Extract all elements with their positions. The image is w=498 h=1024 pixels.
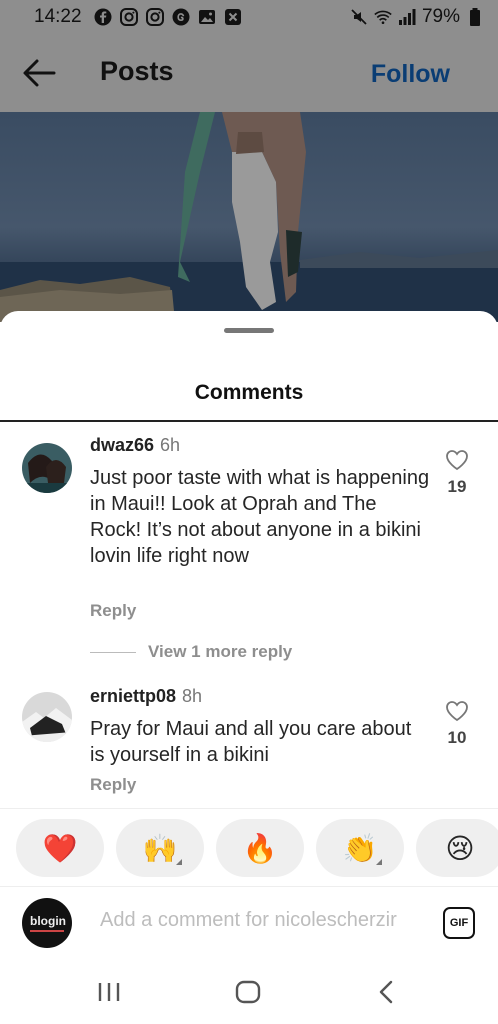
signal-icon	[398, 8, 416, 26]
crying-face-icon: 😢	[445, 832, 475, 864]
back-button[interactable]	[22, 58, 56, 88]
home-button[interactable]	[233, 978, 263, 1006]
instagram-icon	[119, 8, 138, 26]
comment-composer: blogin GIF	[0, 886, 498, 960]
chevron-left-icon	[379, 980, 393, 1004]
page-title: Posts	[100, 56, 174, 86]
reaction-clap-button[interactable]: 👏	[316, 819, 404, 877]
status-bar: 14:22 79%	[0, 0, 498, 34]
like-count: 10	[447, 728, 467, 747]
comment-time: 6h	[160, 435, 181, 455]
divider	[0, 420, 498, 422]
skin-tone-indicator	[376, 859, 382, 865]
heart-outline-icon	[446, 701, 468, 722]
reply-button[interactable]: Reply	[90, 775, 136, 795]
clapping-hands-icon: 👏	[342, 832, 378, 864]
instagram-icon	[145, 8, 164, 26]
gif-button[interactable]: GIF	[443, 907, 475, 939]
system-nav-bar	[0, 960, 498, 1024]
reaction-fire-button[interactable]: 🔥	[216, 819, 304, 877]
like-button[interactable]: 19	[440, 449, 474, 497]
avatar[interactable]	[22, 443, 72, 493]
status-time: 14:22	[34, 6, 82, 27]
avatar-logo-text: blogin	[30, 914, 66, 928]
divider	[90, 651, 136, 653]
mute-icon	[350, 8, 368, 26]
close-box-icon	[224, 8, 242, 26]
comments-title: Comments	[194, 381, 304, 404]
comment-text: Pray for Maui and all you care about is …	[90, 718, 412, 766]
comment-input[interactable]	[100, 909, 430, 932]
username-link[interactable]: erniettp08	[90, 686, 176, 706]
red-heart-icon: ❤️	[42, 832, 78, 864]
like-count: 19	[447, 477, 467, 496]
view-more-replies[interactable]: View 1 more reply	[90, 642, 292, 662]
gif-label: GIF	[449, 917, 469, 929]
skin-tone-indicator	[176, 859, 182, 865]
emoji-reaction-bar: ❤️ 🙌 🔥 👏 😢	[0, 808, 498, 886]
reaction-raising-hands-button[interactable]: 🙌	[116, 819, 204, 877]
home-icon	[235, 980, 261, 1004]
sheet-drag-handle[interactable]	[224, 328, 274, 333]
recent-apps-icon	[98, 983, 120, 1001]
system-back-button[interactable]	[372, 978, 402, 1006]
post-image[interactable]	[0, 112, 498, 322]
comment-username[interactable]: dwaz66 6h	[90, 435, 180, 456]
fire-icon: 🔥	[242, 832, 278, 864]
comment-username[interactable]: erniettp08 8h	[90, 686, 202, 707]
view-more-replies-label[interactable]: View 1 more reply	[148, 642, 292, 662]
username-link[interactable]: dwaz66	[90, 435, 154, 455]
post-photo	[0, 112, 498, 322]
post-header: Posts Follow	[0, 34, 498, 112]
avatar-logo-stripe	[30, 930, 64, 932]
wifi-icon	[374, 8, 392, 26]
comment-text: Just poor taste with what is happening i…	[90, 467, 430, 567]
threads-icon	[172, 8, 190, 26]
raising-hands-icon: 🙌	[142, 832, 178, 864]
follow-button[interactable]: Follow	[371, 60, 450, 89]
reaction-heart-button[interactable]: ❤️	[16, 819, 104, 877]
reaction-crying-button[interactable]: 😢	[416, 819, 498, 877]
system-indicators: 79%	[350, 6, 484, 28]
reply-button[interactable]: Reply	[90, 601, 136, 621]
recent-apps-button[interactable]	[94, 978, 124, 1006]
battery-percent: 79%	[421, 6, 460, 27]
arrow-left-icon	[23, 59, 56, 87]
heart-outline-icon	[446, 450, 468, 471]
comment-time: 8h	[182, 686, 203, 706]
battery-icon	[466, 8, 484, 26]
avatar[interactable]: blogin	[22, 898, 72, 948]
avatar[interactable]	[22, 692, 72, 742]
like-button[interactable]: 10	[440, 700, 474, 748]
gallery-icon	[198, 8, 216, 26]
facebook-icon	[94, 8, 112, 26]
notification-icons	[94, 8, 242, 26]
